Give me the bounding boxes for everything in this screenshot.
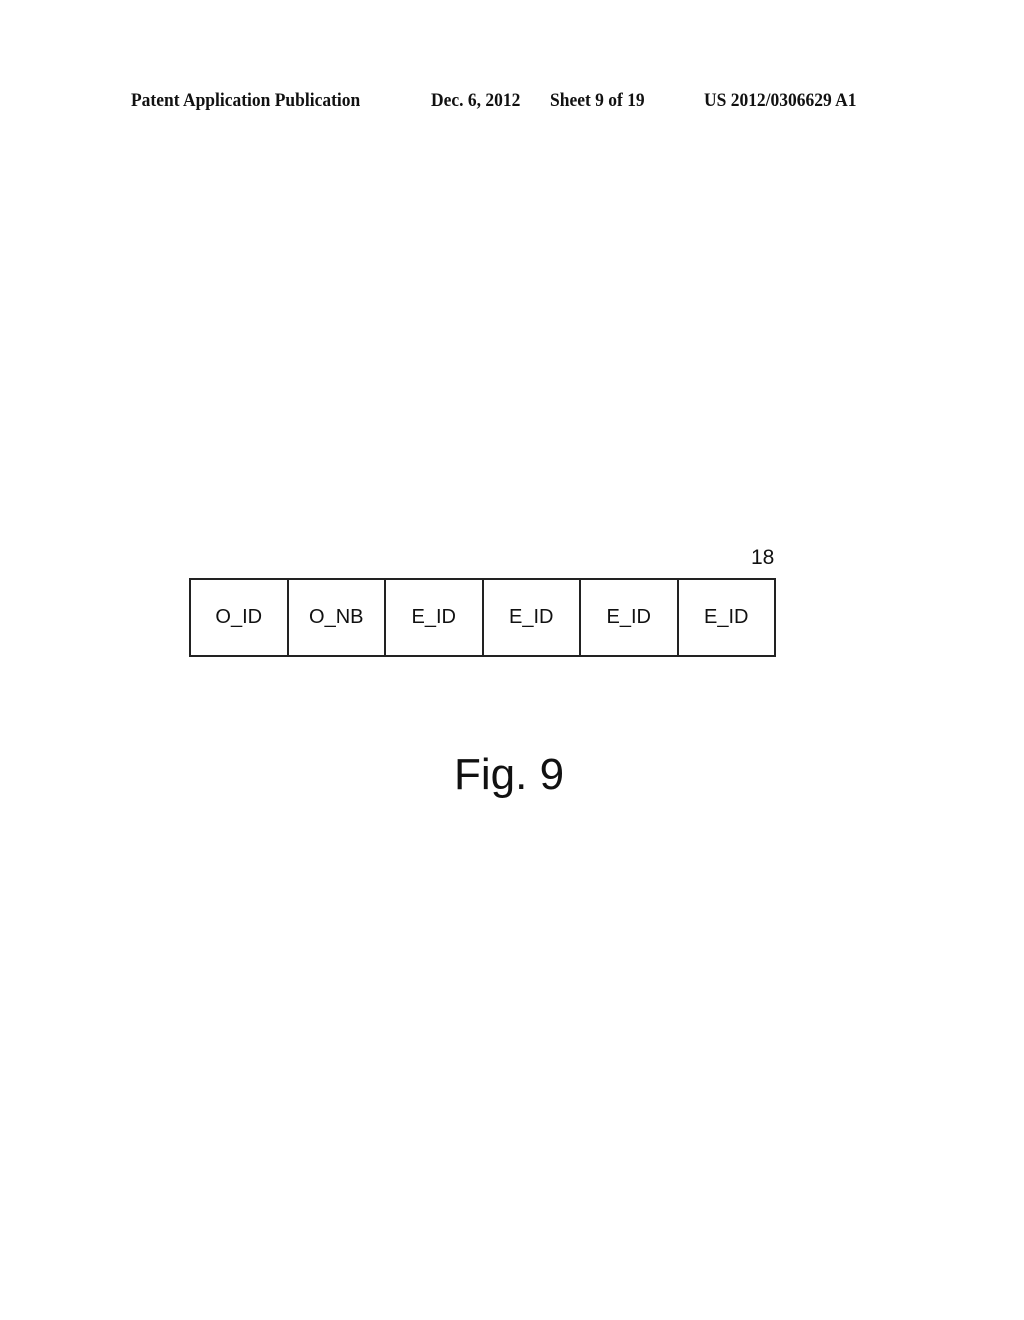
sheet-number: Sheet 9 of 19 [550, 90, 645, 111]
field-o-nb: O_NB [289, 580, 386, 655]
publication-label: Patent Application Publication [131, 90, 361, 111]
field-o-id: O_ID [191, 580, 289, 655]
patent-number: US 2012/0306629 A1 [704, 90, 857, 111]
page-header: Patent Application Publication Dec. 6, 2… [0, 90, 1024, 114]
publication-date: Dec. 6, 2012 [431, 90, 521, 111]
field-e-id-1: E_ID [386, 580, 484, 655]
field-e-id-3: E_ID [581, 580, 679, 655]
field-e-id-4: E_ID [704, 606, 749, 628]
figure-caption: Fig. 9 [454, 750, 565, 799]
field-e-id-2: E_ID [484, 580, 581, 655]
record-structure: O_ID O_NB E_ID E_ID E_ID E_ID [189, 578, 776, 657]
reference-numeral: 18 [751, 546, 775, 569]
